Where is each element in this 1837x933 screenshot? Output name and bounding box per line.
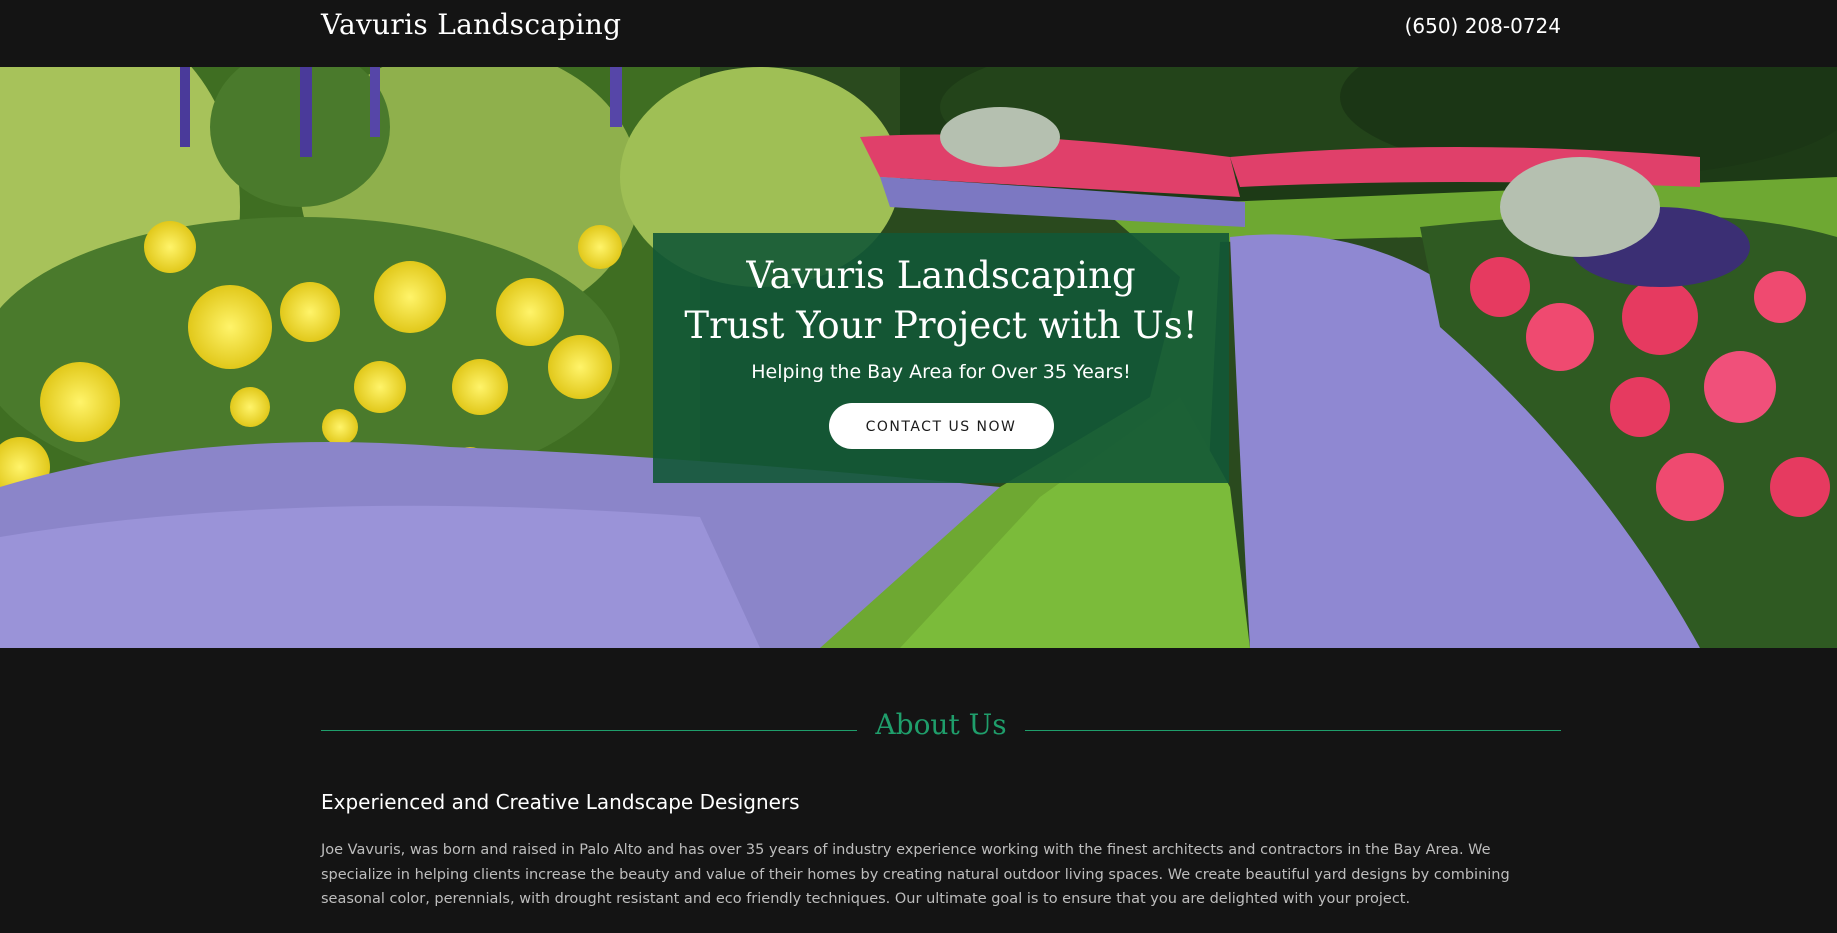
- hero-message-box: Vavuris Landscaping Trust Your Project w…: [653, 233, 1229, 483]
- hero-banner: Vavuris Landscaping Trust Your Project w…: [0, 67, 1837, 648]
- about-body-text: Joe Vavuris, was born and raised in Palo…: [321, 842, 1510, 907]
- hero-title-line1: Vavuris Landscaping: [746, 254, 1136, 297]
- about-title: About Us: [875, 708, 1007, 741]
- divider-line-right: [1025, 730, 1561, 731]
- contact-us-button[interactable]: CONTACT US NOW: [828, 403, 1054, 449]
- site-title-link[interactable]: Vavuris Landscaping: [321, 8, 621, 41]
- site-header: Vavuris Landscaping (650) 208-0724: [0, 0, 1837, 67]
- about-subheading: Experienced and Creative Landscape Desig…: [321, 790, 800, 814]
- phone-link[interactable]: (650) 208-0724: [1405, 14, 1561, 38]
- hero-title: Vavuris Landscaping Trust Your Project w…: [653, 233, 1229, 351]
- about-section-heading: About Us: [321, 708, 1561, 748]
- hero-title-line2: Trust Your Project with Us!: [684, 304, 1198, 347]
- hero-subtitle: Helping the Bay Area for Over 35 Years!: [751, 361, 1131, 383]
